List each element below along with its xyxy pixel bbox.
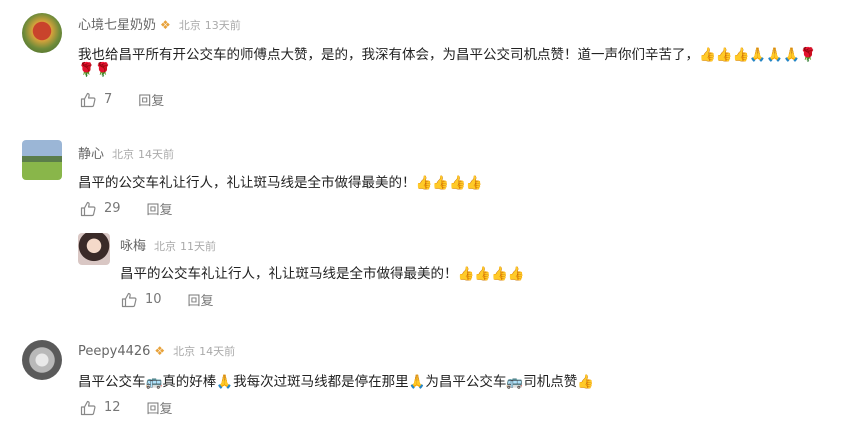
avatar[interactable]: [22, 140, 62, 180]
reply-button[interactable]: 回复: [147, 199, 173, 218]
reply-button[interactable]: 回复: [147, 398, 173, 417]
comment-location: 北京: [178, 19, 201, 32]
comment-text: 昌平的公交车礼让行人，礼让斑马线是全市做得最美的！👍👍👍👍: [78, 175, 483, 191]
comment-author[interactable]: Peepy4426: [78, 344, 150, 359]
comment-author[interactable]: 心境七星奶奶: [78, 18, 156, 33]
comment-location: 北京: [173, 345, 196, 358]
vip-badge-icon: ❖: [154, 344, 166, 358]
reply-location: 北京: [154, 240, 177, 253]
vip-badge-icon: ❖: [160, 18, 171, 32]
thumbs-up-icon[interactable]: [80, 92, 96, 108]
reply-avatar[interactable]: [78, 233, 110, 265]
comment-text: 昌平公交车🚌真的好棒🙏我每次过斑马线都是停在那里🙏为昌平公交车🚌司机点赞👍: [78, 374, 595, 390]
thumbs-up-icon[interactable]: [80, 201, 96, 217]
reply-author[interactable]: 咏梅: [120, 239, 146, 254]
thumbs-up-icon[interactable]: [80, 400, 96, 416]
like-count: 29: [104, 201, 121, 216]
like-count: 12: [104, 400, 121, 415]
reply-time: 11天前: [180, 240, 217, 253]
comment-text-continued: 🌹🌹: [78, 62, 112, 78]
comment-time: 14天前: [199, 345, 236, 358]
comment-time: 14天前: [138, 148, 175, 161]
comment-text: 我也给昌平所有开公交车的师傅点大赞，是的，我深有体会，为昌平公交司机点赞！道一声…: [78, 47, 817, 63]
reply-button[interactable]: 回复: [188, 290, 214, 309]
comment-author[interactable]: 静心: [78, 147, 104, 162]
avatar[interactable]: [22, 340, 62, 380]
thumbs-up-icon[interactable]: [121, 292, 137, 308]
like-count: 10: [145, 292, 162, 307]
like-count: 7: [104, 92, 113, 107]
comment-location: 北京: [112, 148, 135, 161]
reply-text: 昌平的公交车礼让行人，礼让斑马线是全市做得最美的！👍👍👍👍: [120, 266, 525, 282]
reply-button[interactable]: 回复: [138, 90, 164, 109]
avatar[interactable]: [22, 13, 62, 53]
comment-time: 13天前: [204, 19, 241, 32]
